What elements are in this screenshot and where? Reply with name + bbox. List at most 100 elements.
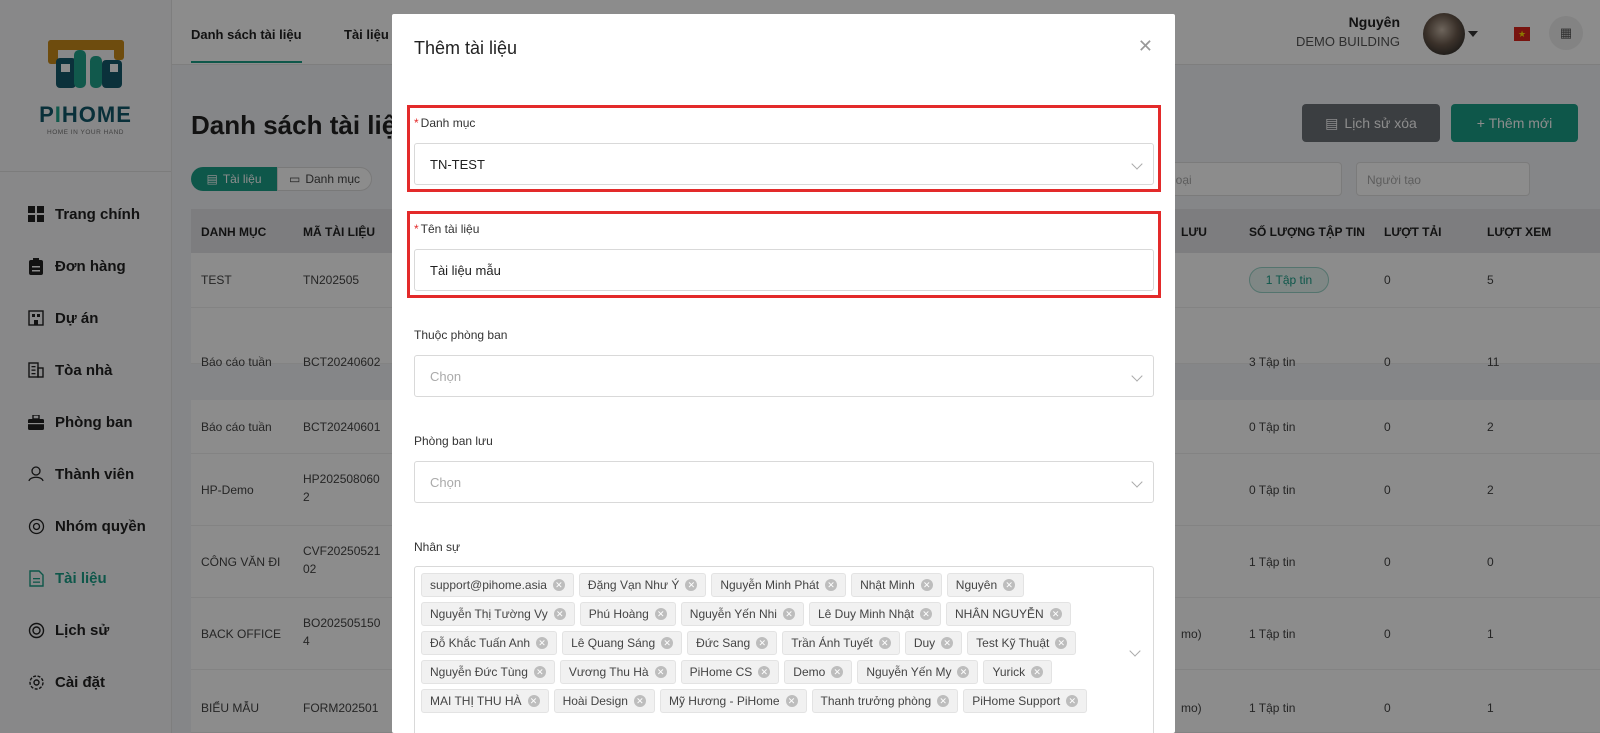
staff-tag-label: Đức Sang [696,636,751,650]
staff-tag: Yurick ✕ [983,660,1053,684]
remove-tag-icon[interactable]: ✕ [1055,637,1068,649]
remove-tag-icon[interactable]: ✕ [1066,695,1079,707]
remove-tag-icon[interactable]: ✕ [654,608,667,620]
staff-tag: Demo ✕ [784,660,853,684]
staff-multiselect[interactable]: support@pihome.asia ✕ Đặng Vạn Như Ý ✕ Nguyễ… [414,566,1154,733]
select-placeholder: Chọn [430,475,462,490]
remove-tag-icon[interactable]: ✕ [785,695,798,707]
select-value: TN-TEST [430,157,485,172]
staff-tag: Lê Duy Minh Nhật ✕ [808,602,942,626]
remove-tag-icon[interactable]: ✕ [661,637,674,649]
remove-tag-icon[interactable]: ✕ [654,666,667,678]
staff-tag: support@pihome.asia ✕ [421,573,574,597]
remove-tag-icon[interactable]: ✕ [685,579,698,591]
staff-tag-label: Nguyễn Yến My [866,665,952,679]
remove-tag-icon[interactable]: ✕ [1003,579,1016,591]
remove-tag-icon[interactable]: ✕ [536,637,549,649]
staff-tag-label: PiHome CS [689,665,753,679]
staff-tag: MAI THỊ THU HÀ ✕ [421,689,549,713]
staff-tag-label: Nguyễn Thị Tường Vy [430,607,548,621]
staff-tag: Duy ✕ [904,631,963,655]
remove-tag-icon[interactable]: ✕ [1049,608,1062,620]
staff-tag: Đặng Vạn Như Ý ✕ [578,573,707,597]
staff-tag: Nguyễn Minh Phát ✕ [711,573,847,597]
staff-tag-label: NHÂN NGUYỄN [955,607,1044,621]
modal-title: Thêm tài liệu [414,38,518,58]
remove-tag-icon[interactable]: ✕ [1031,666,1044,678]
label-text: Danh mục [420,116,476,130]
staff-tag-label: Đỗ Khắc Tuấn Anh [430,636,531,650]
remove-tag-icon[interactable]: ✕ [825,579,838,591]
remove-tag-icon[interactable]: ✕ [533,666,546,678]
staff-tag-label: Test Kỹ Thuật [976,636,1050,650]
remove-tag-icon[interactable]: ✕ [831,666,844,678]
remove-tag-icon[interactable]: ✕ [756,637,769,649]
chevron-down-icon [1131,370,1143,382]
remove-tag-icon[interactable]: ✕ [553,608,566,620]
staff-tag-label: support@pihome.asia [430,578,547,592]
remove-tag-icon[interactable]: ✕ [633,695,646,707]
staff-tag: PiHome Support ✕ [963,689,1088,713]
staff-tag: Hoài Design ✕ [553,689,655,713]
staff-tag: NHÂN NGUYỄN ✕ [946,602,1071,626]
staff-tag: Đức Sang ✕ [687,631,778,655]
storage-department-select[interactable]: Chọn [414,461,1154,503]
staff-tag-label: Nhật Minh [860,578,915,592]
staff-tag: PiHome CS ✕ [680,660,780,684]
staff-tag: Nguyễn Yến My ✕ [857,660,979,684]
add-document-modal: Thêm tài liệu ✕ * Danh mục TN-TEST * Tên t… [392,14,1175,733]
staff-tag-label: Yurick [992,665,1026,679]
staff-tag-label: MAI THỊ THU HÀ [430,694,522,708]
staff-tag-label: Vương Thu Hà [568,665,649,679]
staff-tag-label: Nguyễn Minh Phát [720,578,820,592]
select-placeholder: Chọn [430,369,462,384]
remove-tag-icon[interactable]: ✕ [920,608,933,620]
staff-tag-label: Thanh trưởng phòng [820,694,932,708]
staff-tag-label: Trần Ánh Tuyết [791,636,873,650]
department-label: Thuộc phòng ban [414,328,508,342]
staff-tag: Nguyễn Yến Nhi ✕ [680,602,804,626]
storage-department-label: Phòng ban lưu [414,434,493,448]
chevron-down-icon [1131,158,1143,170]
staff-tag: Mỹ Hương - PiHome ✕ [659,689,807,713]
remove-tag-icon[interactable]: ✕ [527,695,540,707]
remove-tag-icon[interactable]: ✕ [878,637,891,649]
staff-label: Nhân sự [414,540,461,554]
remove-tag-icon[interactable]: ✕ [957,666,970,678]
staff-tag-label: Nguyễn Yến Nhi [689,607,777,621]
staff-tag-label: Lê Quang Sáng [571,636,656,650]
staff-tag-label: Duy [913,636,936,650]
staff-tag: Vương Thu Hà ✕ [559,660,676,684]
staff-tag: Nguyên ✕ [946,573,1025,597]
department-select[interactable]: Chọn [414,355,1154,397]
staff-tag: Nhật Minh ✕ [851,573,942,597]
staff-tag: Thanh trưởng phòng ✕ [811,689,959,713]
remove-tag-icon[interactable]: ✕ [941,637,954,649]
staff-tag: Nguyễn Thị Tường Vy ✕ [421,602,575,626]
staff-tag-label: Demo [793,665,826,679]
staff-tag-label: Đặng Vạn Như Ý [587,578,680,592]
remove-tag-icon[interactable]: ✕ [920,579,933,591]
staff-tag: Nguyễn Đức Tùng ✕ [421,660,555,684]
staff-tag-label: Hoài Design [562,694,628,708]
staff-tag-label: Phú Hoàng [588,607,649,621]
document-name-input[interactable]: Tài liệu mẫu [414,249,1154,291]
close-icon[interactable]: ✕ [1138,36,1153,57]
label-text: Tên tài liệu [420,222,480,236]
chevron-down-icon [1129,645,1141,657]
staff-tag: Lê Quang Sáng ✕ [562,631,683,655]
staff-tag-list: support@pihome.asia ✕ Đặng Vạn Như Ý ✕ Nguyễ… [421,573,1115,718]
remove-tag-icon[interactable]: ✕ [552,579,565,591]
staff-tag: Trần Ánh Tuyết ✕ [782,631,900,655]
staff-tag-label: Nguyên [955,578,998,592]
remove-tag-icon[interactable]: ✕ [782,608,795,620]
staff-tag: Đỗ Khắc Tuấn Anh ✕ [421,631,558,655]
category-label: * Danh mục [414,116,476,130]
remove-tag-icon[interactable]: ✕ [937,695,950,707]
remove-tag-icon[interactable]: ✕ [758,666,771,678]
staff-tag-label: PiHome Support [972,694,1061,708]
staff-tag: Phú Hoàng ✕ [579,602,676,626]
staff-tag-label: Lê Duy Minh Nhật [817,607,915,621]
category-select[interactable]: TN-TEST [414,143,1154,185]
document-name-label: * Tên tài liệu [414,222,480,236]
